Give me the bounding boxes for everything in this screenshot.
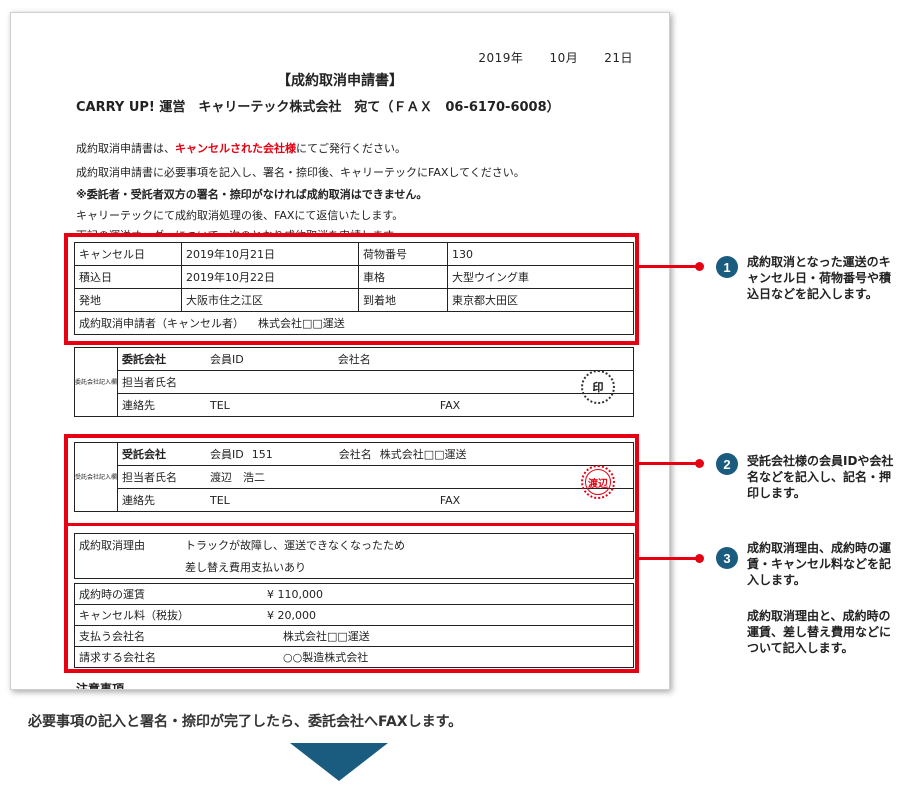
form-title: 【成約取消申請書】 <box>277 73 403 89</box>
instruction-4: キャリーテックにて成約取消処理の後、FAXにて返信いたします。 <box>76 209 404 222</box>
callout-text-3b: 成約取消理由と、成約時の運賃、差し替え費用などについて記入します。 <box>747 609 892 655</box>
highlight-frame-1 <box>64 233 639 345</box>
consignor-seal-text: 印 <box>592 381 604 394</box>
consignor-person-label: 担当者氏名 <box>117 370 634 394</box>
callout-badge-2: 2 <box>716 453 738 475</box>
date-month: 10月 <box>549 51 579 65</box>
connector-dot-3 <box>695 554 704 563</box>
consignor-member-id-label: 会員ID <box>210 353 244 366</box>
highlight-frame-2-3 <box>64 434 639 673</box>
consignor-fax-label: FAX <box>439 398 461 412</box>
form-addressee: CARRY UP! 運営 キャリーテック株式会社 宛て（ＦＡＸ 06-6170-… <box>76 100 560 115</box>
consignor-table: 委託会社記入欄 委託会社 会員ID 会社名 担当者氏名 連絡先 TEL FAX <box>73 347 635 417</box>
consignor-contact-row: TEL FAX <box>206 393 635 417</box>
date-day: 21日 <box>604 51 633 65</box>
consignor-seal-placeholder: 印 <box>581 370 615 404</box>
consignor-contact-label: 連絡先 <box>117 393 207 417</box>
connector-dot-2 <box>695 459 704 468</box>
down-arrow-icon <box>290 743 388 781</box>
consignor-heading: 委託会社 <box>117 347 207 371</box>
notes-heading: 注意事項 <box>76 682 125 690</box>
date-year: 2019年 <box>478 51 524 65</box>
instruction-3: ※委託者・受託者双方の署名・捺印がなければ成約取消はできません。 <box>76 188 428 201</box>
callout-badge-3: 3 <box>716 547 738 569</box>
connector-1 <box>639 265 697 268</box>
highlight-divider <box>68 523 635 526</box>
callout-text-1: 成約取消となった運送のキャンセル日・荷物番号や積込日などを記入します。 <box>747 255 892 301</box>
footer-instruction: 必要事項の記入と署名・捺印が完了したら、委託会社へFAXします。 <box>28 714 463 730</box>
connector-2 <box>639 462 697 465</box>
consignor-tel-label: TEL <box>210 398 230 412</box>
consignor-company-label: 会社名 <box>337 353 371 366</box>
connector-dot-1 <box>695 262 704 271</box>
callout-badge-1: 1 <box>716 256 738 278</box>
connector-3 <box>639 557 697 560</box>
highlight-text: キャンセルされた会社様 <box>175 142 296 155</box>
instruction-2: 成約取消申請書に必要事項を記入し、署名・捺印後、キャリーテックにFAXしてくださ… <box>76 166 525 179</box>
callout-text-3: 成約取消理由、成約時の運賃・キャンセル料などを記入します。 <box>747 541 892 587</box>
consignor-id-row: 会員ID 会社名 <box>206 347 635 371</box>
form-date: 2019年 10月 21日 <box>452 49 633 66</box>
instruction-1: 成約取消申請書は、キャンセルされた会社様にてご発行ください。 <box>76 142 406 155</box>
consignor-side-label: 委託会社記入欄 <box>73 347 119 417</box>
callout-text-2: 受託会社様の会員IDや会社名などを記入し、記名・押印します。 <box>747 454 894 500</box>
